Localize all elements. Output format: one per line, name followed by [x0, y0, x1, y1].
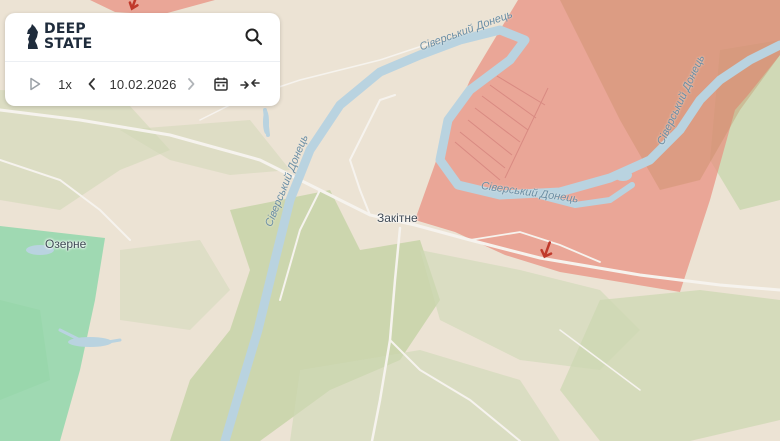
panel-divider [5, 61, 280, 62]
control-panel: DEEP STATE 1x 10.02.2026 [5, 13, 280, 106]
collapse-icon [240, 79, 260, 89]
collapse-button[interactable] [239, 73, 261, 95]
play-icon [30, 77, 41, 91]
current-date[interactable]: 10.02.2026 [105, 73, 181, 95]
village-label-zakitne[interactable]: Закітне [377, 211, 418, 225]
next-date-button[interactable] [183, 73, 199, 95]
logo-text-line1: DEEP [44, 21, 86, 37]
search-icon [245, 28, 263, 46]
calendar-button[interactable] [211, 73, 231, 95]
chevron-right-icon [188, 78, 195, 90]
chevron-left-icon [88, 78, 95, 90]
logo-text-line2: STATE [44, 36, 93, 52]
knight-logo-icon [27, 24, 38, 49]
search-button[interactable] [243, 26, 265, 48]
previous-date-button[interactable] [84, 73, 100, 95]
village-label-ozerne[interactable]: Озерне [45, 237, 86, 251]
calendar-icon [214, 77, 228, 91]
play-button[interactable] [25, 73, 45, 95]
speed-toggle[interactable]: 1x [53, 73, 77, 95]
deepstate-logo[interactable]: DEEP STATE [25, 22, 92, 52]
